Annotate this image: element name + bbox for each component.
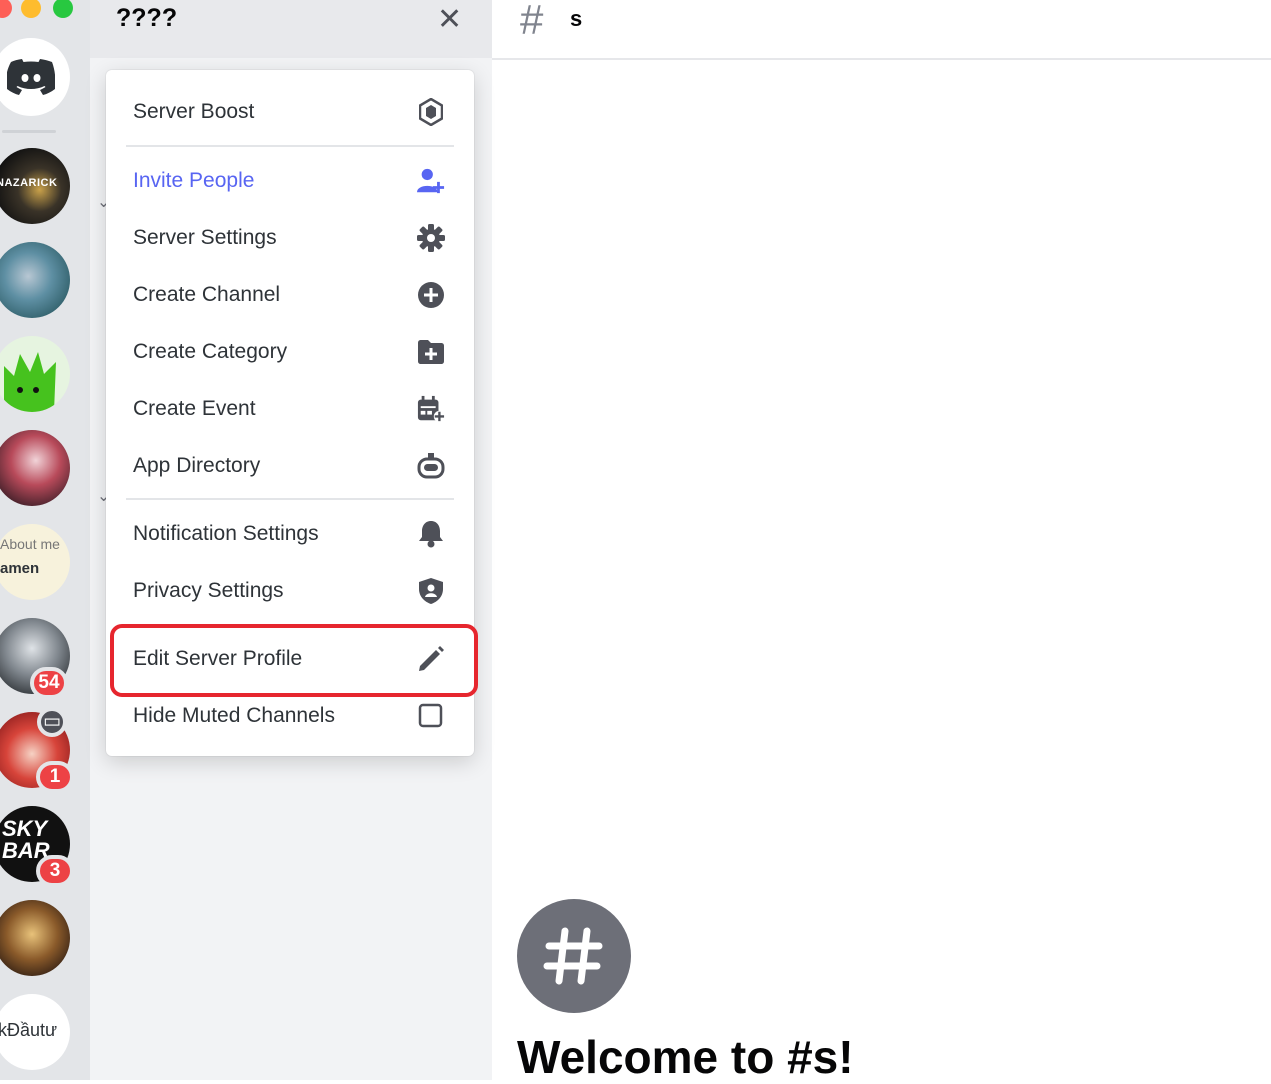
channel-name: s [570, 6, 583, 31]
unread-badge: 1 [36, 761, 74, 793]
menu-item-server-boost[interactable]: Server Boost [106, 86, 474, 138]
menu-item-label: Hide Muted Channels [133, 704, 335, 727]
channel-welcome-icon [517, 899, 631, 1013]
rail-divider [2, 130, 56, 133]
menu-item-label: Privacy Settings [133, 579, 284, 602]
menu-item-app-directory[interactable]: App Directory [106, 440, 474, 492]
unread-badge: 3 [36, 855, 74, 887]
server-name-dautu: kĐầutư [0, 1020, 58, 1040]
invite-icon [417, 167, 445, 195]
folder-plus-icon [417, 338, 445, 366]
discord-home-button[interactable] [0, 38, 70, 116]
menu-item-label: Server Settings [133, 226, 277, 249]
menu-item-label: Invite People [133, 169, 255, 192]
server-rail: NAZARICK About me amen 54 ▭ 1 SKY BAR 3 … [0, 0, 90, 1080]
plus-circle-icon [417, 281, 445, 309]
menu-item-notification-settings[interactable]: Notification Settings [106, 508, 474, 560]
menu-item-label: Create Channel [133, 283, 281, 306]
bell-icon [417, 520, 445, 548]
green-mascot-icon [4, 352, 56, 412]
main-content: # s Welcome to #s! [492, 0, 1271, 1083]
highlight-box [110, 624, 478, 697]
server-icon-3[interactable] [0, 336, 70, 412]
amen-text: amen [0, 560, 40, 577]
boost-icon [417, 98, 445, 126]
channel-header: # s [492, 0, 1271, 60]
close-icon[interactable]: ✕ [437, 2, 462, 37]
discord-logo-icon [7, 59, 55, 95]
calendar-plus-icon [417, 395, 445, 423]
voice-status-icon: ▭ [37, 707, 67, 737]
server-header[interactable]: ???? ✕ [90, 0, 492, 58]
window-close-button[interactable] [0, 0, 12, 18]
menu-item-label: Create Category [133, 340, 288, 363]
server-icon-dautu[interactable]: kĐầutư [0, 994, 70, 1070]
server-name: ???? [116, 4, 178, 32]
menu-item-label: Create Event [133, 397, 256, 420]
checkbox-icon[interactable] [417, 702, 445, 730]
gear-icon [417, 224, 445, 252]
menu-item-label: Server Boost [133, 100, 255, 123]
menu-separator [126, 145, 454, 147]
unread-badge: 54 [30, 667, 68, 699]
window-zoom-button[interactable] [53, 0, 73, 18]
menu-separator [126, 498, 454, 500]
about-me-text: About me [0, 536, 60, 552]
menu-item-label: App Directory [133, 454, 261, 477]
server-icon-4[interactable] [0, 430, 70, 506]
menu-item-privacy-settings[interactable]: Privacy Settings [106, 565, 474, 617]
hashtag-icon [543, 927, 603, 985]
menu-item-create-category[interactable]: Create Category [106, 326, 474, 378]
menu-item-label: Notification Settings [133, 522, 319, 545]
window-minimize-button[interactable] [21, 0, 41, 18]
menu-item-invite-people[interactable]: Invite People [106, 155, 474, 207]
menu-item-create-channel[interactable]: Create Channel [106, 269, 474, 321]
menu-item-server-settings[interactable]: Server Settings [106, 212, 474, 264]
menu-item-hide-muted-channels[interactable]: Hide Muted Channels [106, 690, 474, 742]
shield-icon [417, 577, 445, 605]
server-icon-nazarick[interactable]: NAZARICK [0, 148, 70, 224]
server-icon-9[interactable] [0, 900, 70, 976]
welcome-title: Welcome to #s! [517, 1031, 854, 1083]
server-icon-2[interactable] [0, 242, 70, 318]
robot-icon [417, 452, 445, 480]
server-icon-about-me[interactable]: About me amen [0, 524, 70, 600]
server-name-nazarick: NAZARICK [0, 177, 58, 189]
hashtag-icon: # [520, 0, 544, 43]
menu-item-create-event[interactable]: Create Event [106, 383, 474, 435]
